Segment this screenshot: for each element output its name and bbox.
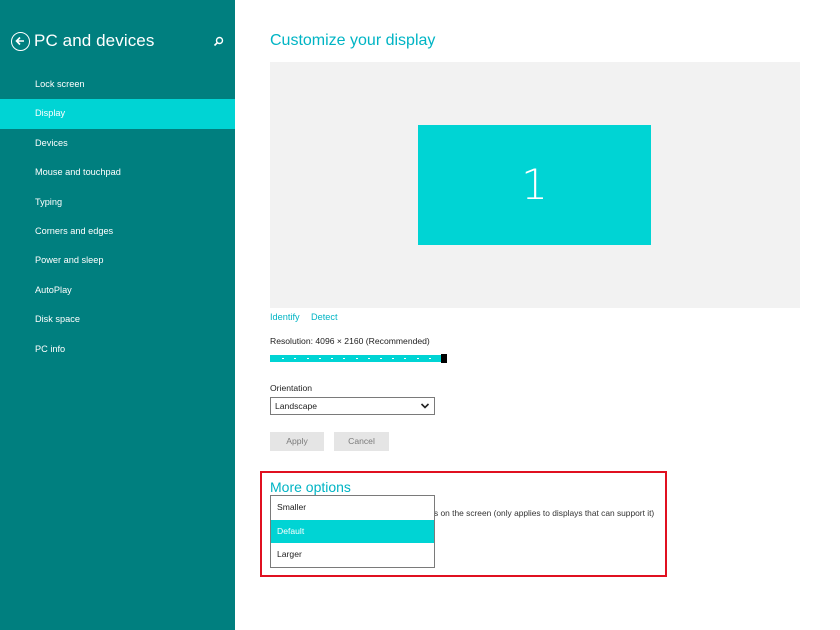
slider-tick bbox=[355, 358, 358, 359]
slider-tick bbox=[416, 358, 419, 359]
chevron-down-icon bbox=[420, 403, 430, 409]
slider-tick bbox=[404, 358, 407, 359]
slider-tick bbox=[367, 358, 370, 359]
slider-tick bbox=[331, 358, 334, 359]
monitor-1[interactable]: 1 bbox=[418, 125, 651, 245]
sidebar-title: PC and devices bbox=[34, 31, 155, 50]
orientation-value: Landscape bbox=[275, 401, 318, 411]
monitor-number: 1 bbox=[521, 160, 548, 209]
slider-ticks bbox=[270, 358, 447, 359]
identify-link[interactable]: Identify bbox=[270, 312, 300, 322]
sidebar-item-devices[interactable]: Devices bbox=[0, 129, 235, 158]
apply-button[interactable]: Apply bbox=[270, 432, 324, 451]
detect-link[interactable]: Detect bbox=[311, 312, 338, 322]
page-title: Customize your display bbox=[270, 32, 436, 49]
size-option-smaller[interactable]: Smaller bbox=[271, 496, 434, 520]
sidebar-item-lock-screen[interactable]: Lock screen bbox=[0, 70, 235, 99]
orientation-select[interactable]: Landscape bbox=[270, 397, 435, 415]
resolution-label: Resolution: 4096 × 2160 (Recommended) bbox=[270, 336, 430, 346]
search-icon bbox=[213, 36, 224, 47]
size-option-default[interactable]: Default bbox=[271, 519, 434, 543]
size-dropdown[interactable]: Smaller Default Larger bbox=[270, 495, 435, 568]
back-arrow-icon bbox=[15, 36, 24, 46]
sidebar: PC and devices Lock screen Display Devices… bbox=[0, 0, 235, 630]
search-button[interactable] bbox=[210, 34, 226, 50]
sidebar-item-corners-and-edges[interactable]: Corners and edges bbox=[0, 217, 235, 246]
sidebar-item-display[interactable]: Display bbox=[0, 99, 235, 129]
slider-tick bbox=[294, 358, 297, 359]
slider-tick bbox=[306, 358, 309, 359]
sidebar-nav: Lock screen Display Devices Mouse and touch… bbox=[0, 70, 235, 364]
slider-tick bbox=[318, 358, 321, 359]
cancel-button[interactable]: Cancel bbox=[334, 432, 389, 451]
sidebar-item-mouse-and-touchpad[interactable]: Mouse and touchpad bbox=[0, 158, 235, 187]
more-options-title: More options bbox=[270, 479, 351, 495]
back-button[interactable] bbox=[11, 32, 30, 51]
orientation-label: Orientation bbox=[270, 383, 313, 393]
slider-tick bbox=[379, 358, 382, 359]
size-option-larger[interactable]: Larger bbox=[271, 543, 434, 567]
sidebar-item-typing[interactable]: Typing bbox=[0, 188, 235, 217]
size-description: s on the screen (only applies to display… bbox=[434, 508, 655, 518]
slider-tick bbox=[282, 358, 285, 359]
sidebar-item-autoplay[interactable]: AutoPlay bbox=[0, 276, 235, 305]
slider-thumb[interactable] bbox=[441, 354, 447, 363]
resolution-slider[interactable] bbox=[270, 354, 447, 363]
slider-tick bbox=[392, 358, 395, 359]
sidebar-item-pc-info[interactable]: PC info bbox=[0, 335, 235, 364]
display-preview: 1 bbox=[270, 62, 800, 308]
sidebar-item-disk-space[interactable]: Disk space bbox=[0, 305, 235, 334]
slider-tick bbox=[343, 358, 346, 359]
sidebar-item-power-and-sleep[interactable]: Power and sleep bbox=[0, 246, 235, 275]
slider-tick bbox=[428, 358, 431, 359]
